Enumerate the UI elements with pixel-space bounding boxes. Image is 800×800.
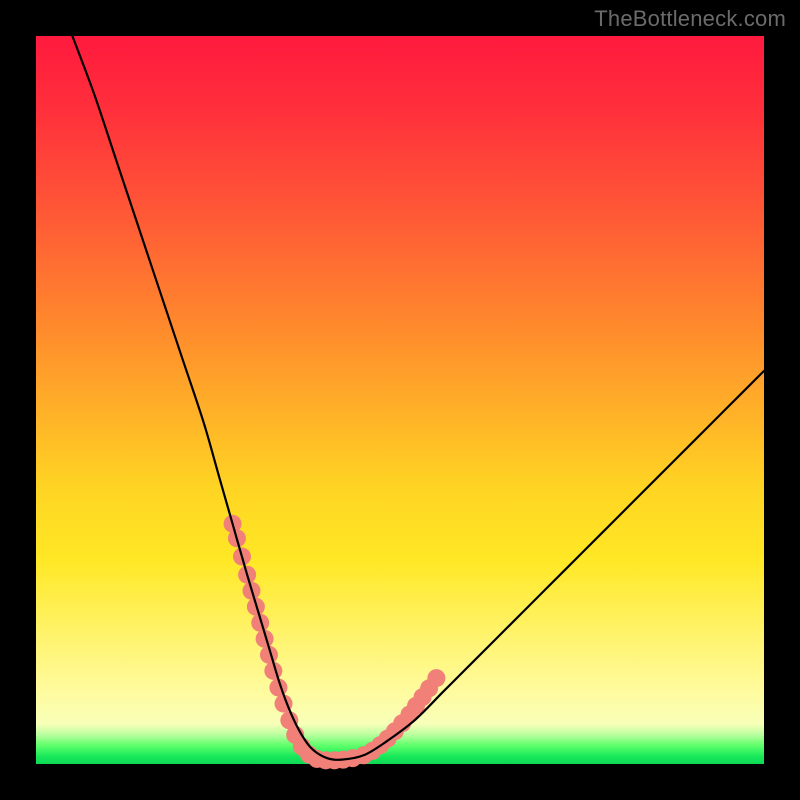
watermark-text: TheBottleneck.com	[594, 6, 786, 32]
plot-area	[36, 36, 764, 764]
curve-path	[72, 36, 764, 760]
chart-svg	[36, 36, 764, 764]
highlight-dot	[427, 669, 445, 687]
chart-frame: TheBottleneck.com	[0, 0, 800, 800]
highlight-dots	[224, 515, 446, 770]
